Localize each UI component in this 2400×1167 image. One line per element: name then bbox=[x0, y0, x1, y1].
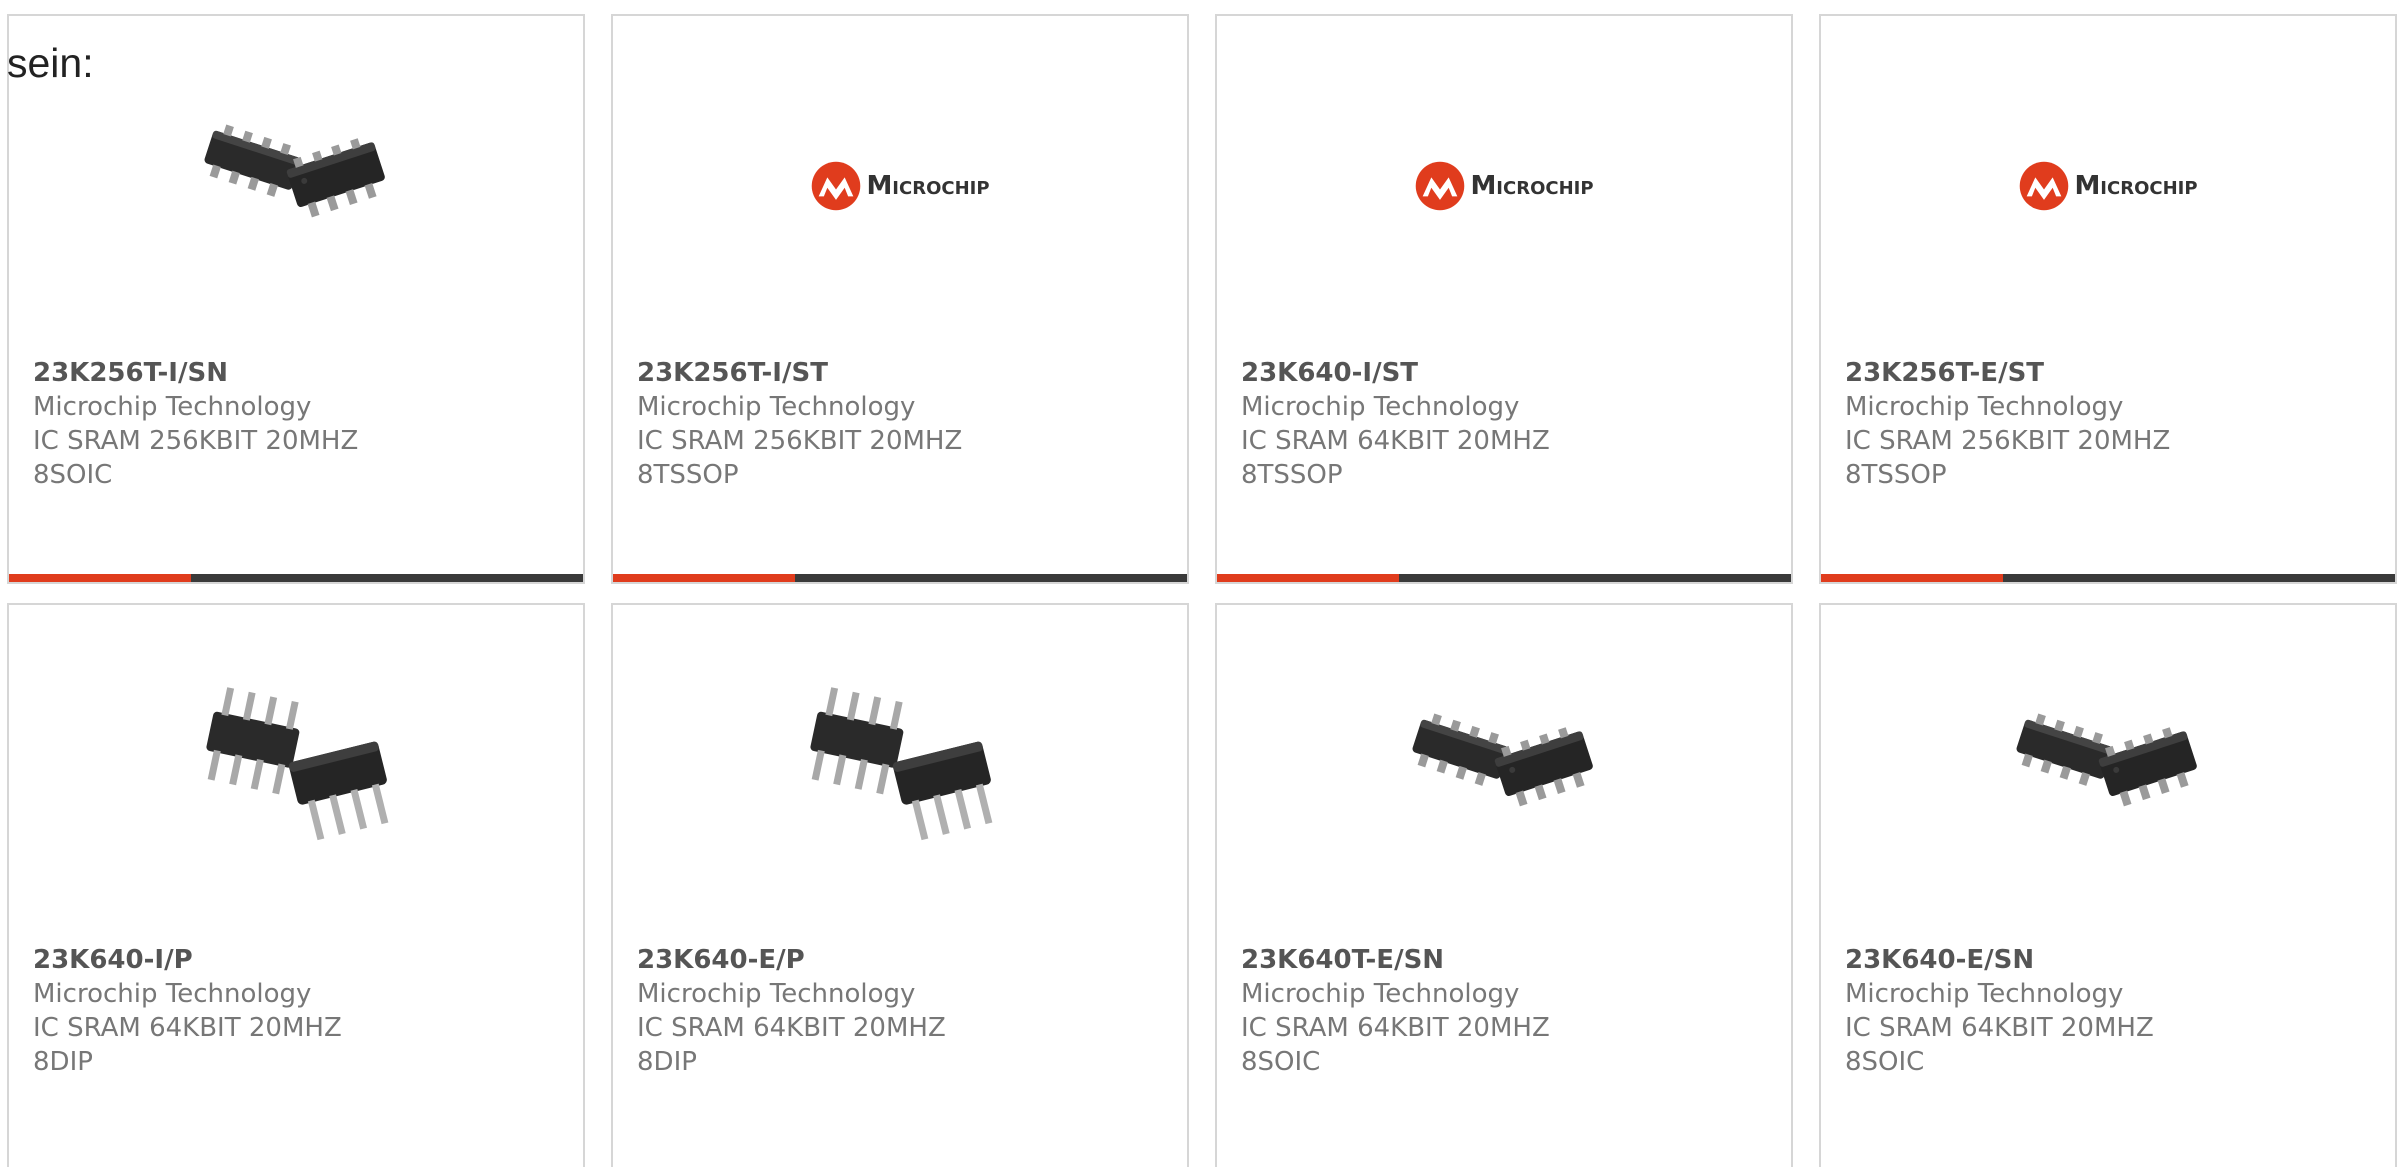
product-card[interactable]: 23K640-E/P Microchip Technology IC SRAM … bbox=[611, 603, 1189, 1167]
product-description: IC SRAM 256KBIT 20MHZ 8TSSOP bbox=[1845, 426, 2171, 490]
soic-chip-image[interactable] bbox=[1404, 675, 1604, 875]
product-card[interactable]: 23K640-I/P Microchip Technology IC SRAM … bbox=[7, 603, 585, 1167]
manufacturer-name: Microchip Technology bbox=[1845, 979, 2124, 1009]
manufacturer-name: Microchip Technology bbox=[637, 392, 916, 422]
product-card[interactable]: Microchip 23K256T-I/ST Microchip Technol… bbox=[611, 14, 1189, 584]
part-number-link[interactable]: 23K640T-E/SN bbox=[1241, 943, 1591, 977]
product-description: IC SRAM 256KBIT 20MHZ 8SOIC bbox=[33, 426, 359, 490]
product-description: IC SRAM 64KBIT 20MHZ 8SOIC bbox=[1845, 1013, 2154, 1077]
microchip-logo[interactable]: Microchip bbox=[800, 86, 1000, 286]
manufacturer-name: Microchip Technology bbox=[33, 979, 312, 1009]
microchip-logo-text: Microchip bbox=[2074, 171, 2198, 201]
manufacturer-name: Microchip Technology bbox=[1241, 979, 1520, 1009]
microchip-logo-text: Microchip bbox=[866, 171, 990, 201]
product-card[interactable]: 23K256T-I/SN Microchip Technology IC SRA… bbox=[7, 14, 585, 584]
microchip-logo-icon bbox=[810, 160, 862, 212]
card-footer-accent bbox=[613, 574, 795, 582]
product-card[interactable]: 23K640-E/SN Microchip Technology IC SRAM… bbox=[1819, 603, 2397, 1167]
part-number-link[interactable]: 23K256T-I/SN bbox=[33, 356, 383, 390]
card-footer-accent bbox=[1217, 574, 1399, 582]
card-footer-accent bbox=[1821, 574, 2003, 582]
manufacturer-name: Microchip Technology bbox=[1241, 392, 1520, 422]
microchip-logo[interactable]: Microchip bbox=[2008, 86, 2208, 286]
part-number-link[interactable]: 23K640-E/P bbox=[637, 943, 987, 977]
product-grid-page: sein: 23K256T-I/SN Microchip Technology … bbox=[0, 0, 2400, 1167]
part-number-link[interactable]: 23K256T-E/ST bbox=[1845, 356, 2195, 390]
microchip-logo[interactable]: Microchip bbox=[1404, 86, 1604, 286]
part-number-link[interactable]: 23K256T-I/ST bbox=[637, 356, 987, 390]
product-card[interactable]: Microchip 23K256T-E/ST Microchip Technol… bbox=[1819, 14, 2397, 584]
microchip-logo-text: Microchip bbox=[1470, 171, 1594, 201]
microchip-logo-icon bbox=[1414, 160, 1466, 212]
product-card[interactable]: 23K640T-E/SN Microchip Technology IC SRA… bbox=[1215, 603, 1793, 1167]
product-description: IC SRAM 256KBIT 20MHZ 8TSSOP bbox=[637, 426, 963, 490]
manufacturer-name: Microchip Technology bbox=[1845, 392, 2124, 422]
product-description: IC SRAM 64KBIT 20MHZ 8SOIC bbox=[1241, 1013, 1550, 1077]
intro-text: sein: bbox=[7, 40, 94, 86]
soic-chip-image[interactable] bbox=[2008, 675, 2208, 875]
dip-chip-image[interactable] bbox=[800, 675, 1000, 875]
product-description: IC SRAM 64KBIT 20MHZ 8DIP bbox=[637, 1013, 946, 1077]
part-number-link[interactable]: 23K640-I/P bbox=[33, 943, 383, 977]
manufacturer-name: Microchip Technology bbox=[637, 979, 916, 1009]
product-description: IC SRAM 64KBIT 20MHZ 8DIP bbox=[33, 1013, 342, 1077]
product-description: IC SRAM 64KBIT 20MHZ 8TSSOP bbox=[1241, 426, 1550, 490]
microchip-logo-icon bbox=[2018, 160, 2070, 212]
manufacturer-name: Microchip Technology bbox=[33, 392, 312, 422]
part-number-link[interactable]: 23K640-I/ST bbox=[1241, 356, 1591, 390]
soic-chip-image[interactable] bbox=[196, 86, 396, 286]
part-number-link[interactable]: 23K640-E/SN bbox=[1845, 943, 2195, 977]
dip-chip-image[interactable] bbox=[196, 675, 396, 875]
product-card[interactable]: Microchip 23K640-I/ST Microchip Technolo… bbox=[1215, 14, 1793, 584]
card-footer-accent bbox=[9, 574, 191, 582]
